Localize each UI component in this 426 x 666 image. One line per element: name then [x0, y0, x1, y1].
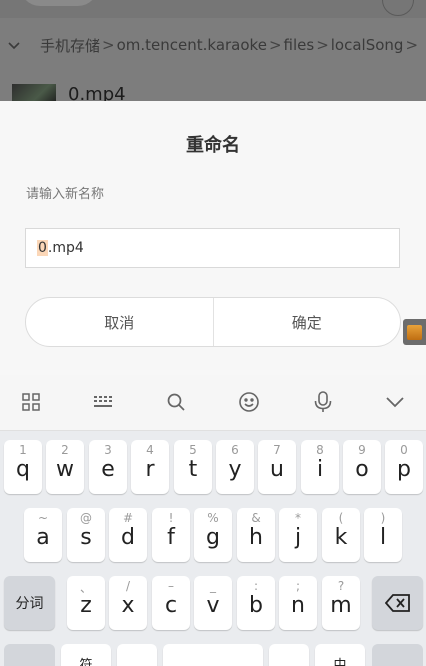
- key-p[interactable]: 0p: [385, 440, 423, 494]
- search-icon[interactable]: [163, 389, 189, 415]
- microphone-icon[interactable]: [310, 389, 336, 415]
- key-u[interactable]: 7u: [258, 440, 296, 494]
- enter-key[interactable]: [372, 644, 423, 666]
- key-f[interactable]: ! f: [152, 508, 190, 562]
- breadcrumb-item[interactable]: files: [284, 36, 315, 54]
- key-l[interactable]: ) l: [364, 508, 402, 562]
- punctuation-key[interactable]: 符: [61, 644, 111, 666]
- keyboard-icon[interactable]: [90, 389, 116, 415]
- back-button[interactable]: [20, 0, 98, 6]
- file-name: 0.mp4: [68, 84, 126, 101]
- breadcrumb-separator: >: [316, 36, 329, 54]
- breadcrumb-item[interactable]: 手机存储: [40, 35, 100, 56]
- key-y[interactable]: 6y: [216, 440, 254, 494]
- grid-menu-icon[interactable]: [18, 389, 44, 415]
- new-name-input[interactable]: 0 .mp4: [25, 228, 400, 268]
- breadcrumb-item[interactable]: localSong: [331, 36, 404, 54]
- backspace-key[interactable]: [372, 576, 423, 630]
- key-q[interactable]: 1q: [4, 440, 42, 494]
- floating-window-tab[interactable]: [403, 319, 426, 345]
- key-a[interactable]: ~ a: [24, 508, 62, 562]
- chevron-down-icon[interactable]: [382, 389, 408, 415]
- key-n[interactable]: ; n: [279, 576, 317, 630]
- key-b[interactable]: :b: [237, 576, 275, 630]
- top-bar: [0, 0, 426, 18]
- chevron-down-icon[interactable]: [8, 36, 22, 54]
- dialog-buttons: 取消 确定: [25, 297, 401, 347]
- breadcrumb-separator: >: [405, 36, 419, 54]
- breadcrumb-separator: >: [102, 36, 115, 54]
- breadcrumb: 手机存储 > om.tencent.karaoke > files > loca…: [0, 28, 426, 62]
- file-manager-background: 手机存储 > om.tencent.karaoke > files > loca…: [0, 0, 426, 101]
- dialog-title: 重命名: [186, 135, 240, 156]
- backspace-icon: [384, 594, 410, 612]
- breadcrumb-item[interactable]: om.tencent.karaoke: [117, 36, 267, 54]
- key-v[interactable]: _ v: [194, 576, 232, 630]
- language-key[interactable]: 中: [315, 644, 365, 666]
- input-text: .mp4: [47, 240, 84, 256]
- key-g[interactable]: % g: [194, 508, 232, 562]
- key-c[interactable]: – c: [152, 576, 190, 630]
- key-k[interactable]: (k: [322, 508, 360, 562]
- key-s[interactable]: @ s: [67, 508, 105, 562]
- confirm-button[interactable]: 确定: [214, 298, 401, 346]
- key-z[interactable]: 、 z: [67, 576, 105, 630]
- breadcrumb-separator: >: [268, 36, 282, 54]
- symbol-key[interactable]: [4, 644, 55, 666]
- key-x[interactable]: / x: [109, 576, 147, 630]
- key-o[interactable]: 9o: [343, 440, 381, 494]
- dialog-hint: 请输入新名称: [26, 187, 105, 202]
- segment-key[interactable]: 分词: [4, 576, 55, 630]
- key-t[interactable]: 5t: [174, 440, 212, 494]
- cancel-button[interactable]: 取消: [26, 298, 213, 346]
- space-key[interactable]: [163, 644, 263, 666]
- key-w[interactable]: 2w: [46, 440, 84, 494]
- rename-dialog: 重命名 请输入新名称 0 .mp4 取消 确定: [0, 101, 426, 375]
- key-j[interactable]: * j: [279, 508, 317, 562]
- key-e[interactable]: 3e: [89, 440, 127, 494]
- key-h[interactable]: & h: [237, 508, 275, 562]
- emoji-icon[interactable]: [236, 389, 262, 415]
- soft-keyboard: 1q 2w 3e 4r 5t 6y 7u 8i 9o 0p ~ a @ s # d !…: [0, 375, 426, 666]
- more-button[interactable]: [382, 0, 414, 16]
- comma-key[interactable]: [117, 644, 157, 666]
- video-thumbnail: [12, 84, 56, 101]
- app-icon: [407, 324, 422, 340]
- key-d[interactable]: # d: [109, 508, 147, 562]
- selected-text: 0: [37, 240, 48, 256]
- key-r[interactable]: 4r: [131, 440, 169, 494]
- keyboard-toolbar: [0, 375, 426, 431]
- list-item[interactable]: 0.mp4: [0, 84, 426, 101]
- key-i[interactable]: 8i: [301, 440, 339, 494]
- period-key[interactable]: [269, 644, 309, 666]
- key-m[interactable]: ? m: [322, 576, 360, 630]
